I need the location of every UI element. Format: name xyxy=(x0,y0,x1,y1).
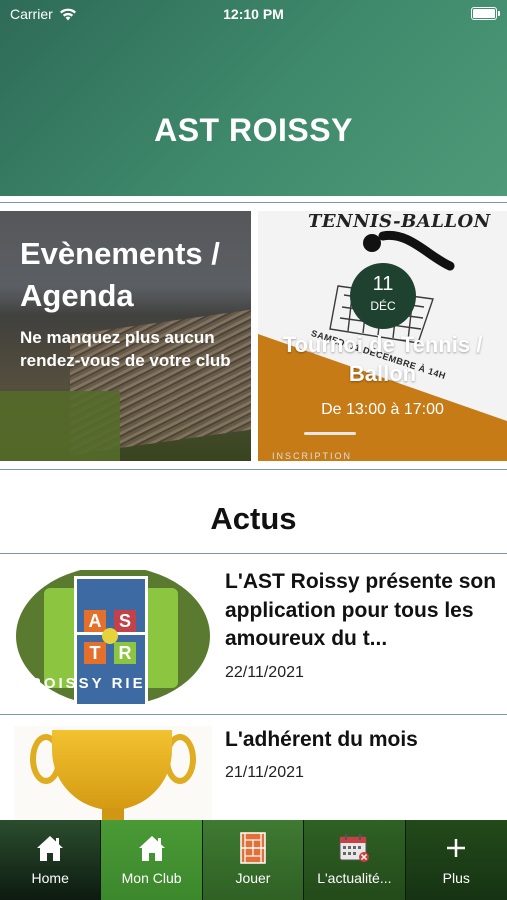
battery-icon xyxy=(471,7,500,20)
news-title: L'adhérent du mois xyxy=(225,728,418,751)
agenda-card-title: Evènements / Agenda xyxy=(20,236,220,313)
plus-icon xyxy=(447,839,466,857)
news-title: L'AST Roissy présente son application po… xyxy=(225,570,497,651)
event-month: DÉC xyxy=(370,299,396,313)
club-home-icon xyxy=(138,836,165,861)
actus-divider xyxy=(0,553,507,554)
tab-jouer[interactable]: Jouer xyxy=(202,820,305,900)
event-time: De 13:00 à 17:00 xyxy=(321,401,444,418)
tab-home-label: Home xyxy=(31,870,69,886)
event-day: 11 xyxy=(372,273,394,295)
tab-bar: Home Mon Club Jouer L'actualité... Plus xyxy=(0,820,507,900)
logo-letter-r: R xyxy=(114,642,136,664)
tab-home[interactable]: Home xyxy=(0,820,102,900)
news-date: 21/11/2021 xyxy=(225,764,304,781)
logo-letter-t: T xyxy=(84,642,106,664)
tennis-ball-icon xyxy=(102,628,118,644)
carousel-indicator xyxy=(304,432,356,435)
calendar-icon xyxy=(339,834,370,862)
news-item[interactable]: A S T R ROISSY RIE L'AST Roissy présente… xyxy=(0,566,507,712)
logo-letter-s: S xyxy=(114,610,136,632)
club-logo-thumbnail: A S T R ROISSY RIE xyxy=(14,570,212,704)
tab-actualite-label: L'actualité... xyxy=(317,870,392,886)
news-date: 22/11/2021 xyxy=(225,664,304,681)
news-divider xyxy=(0,714,507,715)
home-icon xyxy=(37,836,64,861)
news-item[interactable]: L'adhérent du mois 21/11/2021 xyxy=(0,726,507,820)
event-title: Tournoi de Tennis / Ballon xyxy=(282,332,483,386)
header-divider xyxy=(0,202,507,203)
logo-ring-text: ROISSY RIE xyxy=(30,675,146,692)
trophy-thumbnail xyxy=(14,726,212,820)
actus-section-title: Actus xyxy=(210,501,297,536)
tab-plus[interactable]: Plus xyxy=(405,820,507,900)
cards-divider xyxy=(0,469,507,470)
tab-plus-label: Plus xyxy=(442,870,470,886)
trophy-stem xyxy=(102,808,124,820)
logo-letter-a: A xyxy=(84,610,106,632)
tab-mon-club-label: Mon Club xyxy=(121,870,182,886)
event-date-badge: 11 DÉC xyxy=(350,263,416,329)
agenda-card[interactable]: Evènements / Agenda Ne manquez plus aucu… xyxy=(0,211,251,461)
tennis-court-icon xyxy=(240,832,266,864)
event-card[interactable]: TENNIS-BALLON SAMEDI 11 DÉCEMBRE À 14H 1… xyxy=(258,211,507,461)
tab-actualite[interactable]: L'actualité... xyxy=(304,820,406,900)
tab-jouer-label: Jouer xyxy=(235,870,271,886)
grass-court-photo xyxy=(0,391,120,461)
event-poster-title: TENNIS-BALLON xyxy=(308,211,491,232)
event-poster-inscription: INSCRIPTION xyxy=(272,451,353,461)
page-title: AST ROISSY xyxy=(154,112,353,148)
status-time: 12:10 PM xyxy=(223,6,284,22)
app-header: Carrier 12:10 PM AST ROISSY xyxy=(0,0,507,196)
tab-mon-club[interactable]: Mon Club xyxy=(101,820,203,900)
status-bar: Carrier 12:10 PM xyxy=(0,0,507,28)
agenda-card-subtitle: Ne manquez plus aucun rendez-vous de vot… xyxy=(20,328,231,370)
